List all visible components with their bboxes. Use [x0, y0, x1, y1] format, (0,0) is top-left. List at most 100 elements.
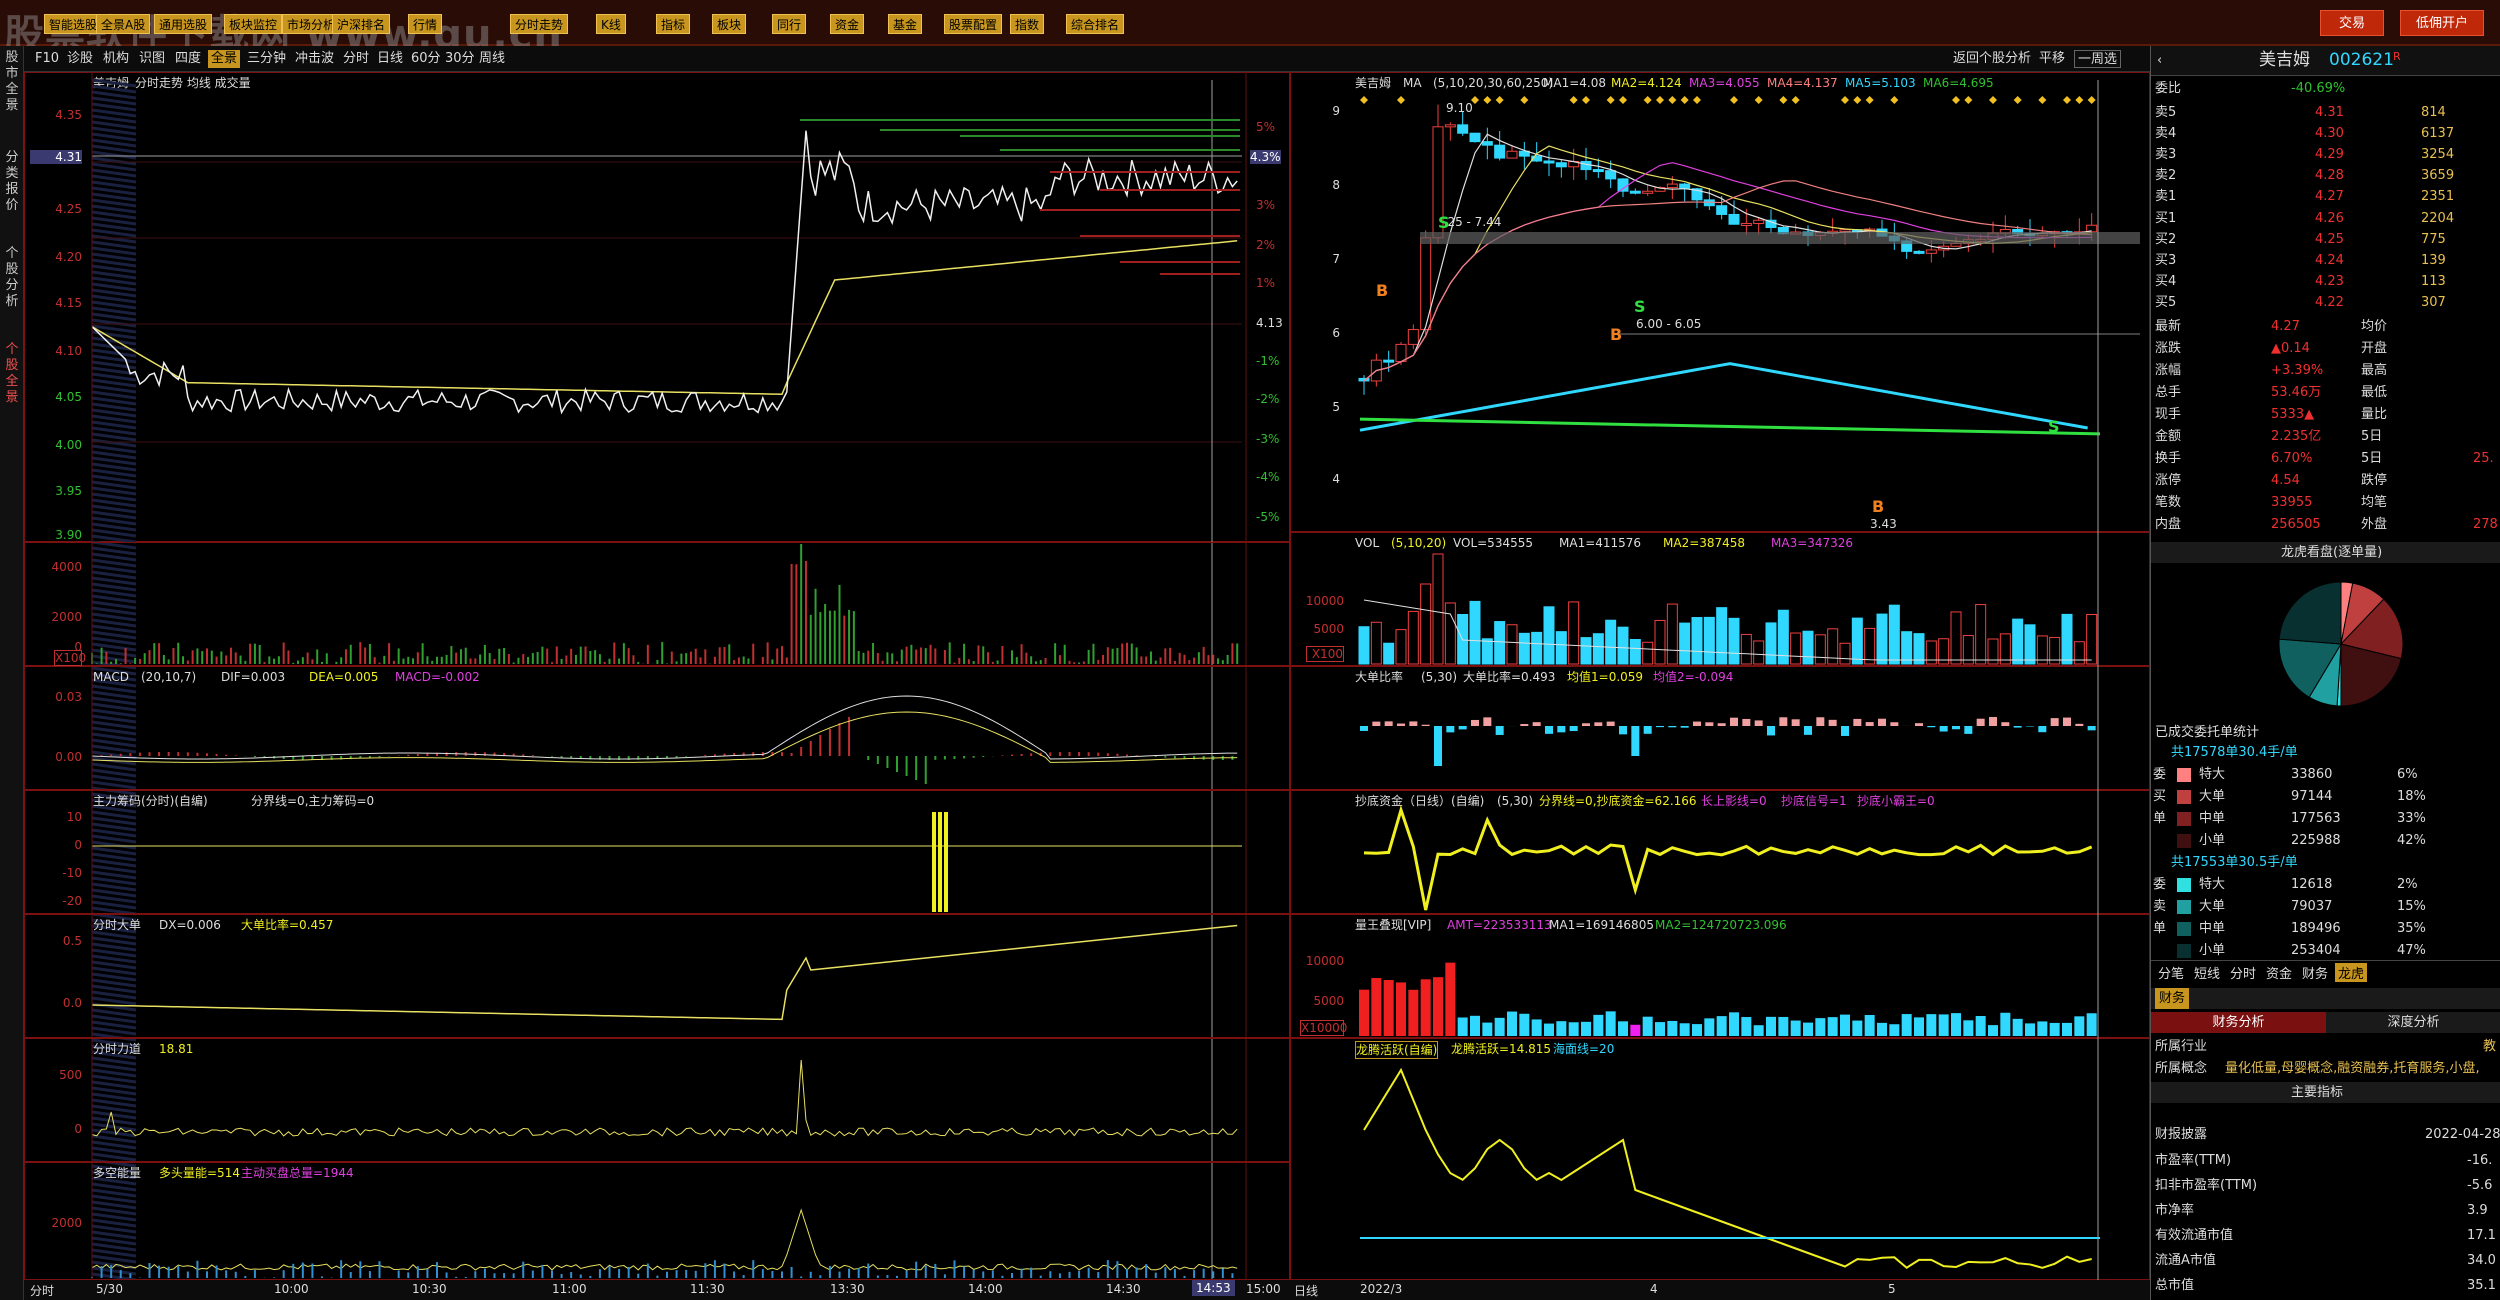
macd-title[interactable]: MACD [93, 669, 129, 685]
tab-shockwave[interactable]: 冲击波 [292, 50, 337, 68]
sell-order-row-cell: 特大 [2199, 877, 2226, 892]
tab-market-overview[interactable]: 股市全景 [2, 50, 22, 114]
open-account-button[interactable]: 低佣开户 [2400, 10, 2484, 36]
menu-item[interactable]: 指标 [656, 14, 691, 34]
energy-title[interactable]: 多空能量 [93, 1165, 141, 1181]
kline-axis-mode[interactable]: 日线 [1294, 1282, 1318, 1299]
buy-order-row: 中单 177563 33% [2151, 808, 2500, 829]
bf-title[interactable]: 抄底资金（日线）(自编) [1355, 793, 1484, 809]
bf-signal: 抄底信号=1 [1781, 794, 1847, 808]
metric-row-cell: 34.0 [2467, 1253, 2496, 1268]
main-chips-title[interactable]: 主力筹码(分时)(自编) [93, 793, 208, 809]
menu-item[interactable]: K线 [596, 14, 626, 34]
buy-order-row-cell: 42% [2397, 833, 2426, 848]
tab-f10[interactable]: F10 [32, 50, 62, 68]
stat-row-cell: 最低 [2361, 385, 2388, 400]
period-select[interactable]: 一周选 [2074, 50, 2122, 68]
vol-title[interactable]: VOL [1355, 535, 1379, 551]
tab-stock-analysis[interactable]: 个股分析 [2, 246, 22, 310]
tab-weekly[interactable]: 周线 [476, 50, 508, 68]
big-order-title[interactable]: 分时大单 [93, 917, 141, 933]
tab-three-minute[interactable]: 三分钟 [244, 50, 289, 68]
vk-title[interactable]: 量王叠现[VIP] [1355, 917, 1431, 933]
menu-item[interactable]: 板块监控 [224, 14, 283, 34]
buy-level-cell: 775 [2421, 232, 2446, 247]
menu-item[interactable]: 资金 [830, 14, 865, 34]
tab-category-quotes[interactable]: 分类报价 [2, 150, 22, 214]
buy-level-cell: 4.24 [2315, 253, 2344, 268]
back-arrow-icon[interactable]: ‹ [2157, 50, 2162, 71]
sell-order-row-cell: 中单 [2199, 921, 2226, 936]
menu-item[interactable]: 基金 [888, 14, 923, 34]
tab-60min[interactable]: 60分 [408, 50, 444, 68]
buy-order-row-cell: 小单 [2199, 833, 2226, 848]
quote-tab[interactable]: 龙虎 [2335, 963, 2368, 982]
quote-tab[interactable]: 短线 [2191, 963, 2223, 982]
menu-item[interactable]: 板块 [712, 14, 747, 34]
ma2-value: MA2=4.124 [1611, 76, 1682, 90]
chart-toolbar: F10 诊股 机构 识图 四度 全景 三分钟 冲击波 分时 日线 60分 30分… [24, 46, 1290, 72]
deep-analysis-button[interactable]: 深度分析 [2326, 1012, 2500, 1033]
menu-item[interactable]: 同行 [772, 14, 807, 34]
tab-four-degree[interactable]: 四度 [172, 50, 204, 68]
tab-finance[interactable]: 财务 [2155, 988, 2190, 1009]
force-title[interactable]: 分时力道 [93, 1041, 141, 1057]
legend-swatch [2177, 900, 2191, 914]
tab-panorama[interactable]: 全景 [208, 50, 241, 68]
quote-tab[interactable]: 分时 [2227, 963, 2259, 982]
metric-row-cell: 市净率 [2155, 1203, 2195, 1218]
kbig-params: (5,30) [1421, 670, 1458, 684]
tab-pattern[interactable]: 识图 [136, 50, 168, 68]
pct-tick: -5% [1256, 510, 1280, 524]
trade-button[interactable]: 交易 [2320, 10, 2384, 36]
bottom-fishing-panel: 抄底资金（日线）(自编) (5,30) 分界线=0,抄底资金=62.166 长上… [1290, 790, 2150, 914]
stat-row: 涨幅 +3.39% 最高 [2151, 360, 2500, 381]
stat-row-cell: 256505 [2271, 517, 2321, 532]
menu-item[interactable]: 行情 [408, 14, 443, 34]
buy-level-cell: 买5 [2155, 295, 2177, 310]
ma3-value: MA3=4.055 [1689, 76, 1760, 90]
quote-tab[interactable]: 分笔 [2155, 963, 2187, 982]
tab-stock-overview[interactable]: 个股全景 [2, 342, 22, 406]
tab-diagnose[interactable]: 诊股 [64, 50, 96, 68]
stat-row: 总手 53.46万 最低 [2151, 382, 2500, 403]
tab-30min[interactable]: 30分 [442, 50, 478, 68]
axis-mode-label[interactable]: 分时 [30, 1282, 54, 1299]
sell-level-cell: 3254 [2421, 147, 2455, 162]
menu-item[interactable]: 分时走势 [510, 14, 569, 34]
back-to-analysis-button[interactable]: 返回个股分析 [1950, 50, 2034, 68]
sell-level: 卖5 4.31 814 [2151, 102, 2500, 123]
menu-item[interactable]: 股票配置 [944, 14, 1003, 34]
quote-tab[interactable]: 财务 [2299, 963, 2331, 982]
sell-order-row: 特大 12618 2% [2151, 874, 2500, 895]
tab-daily[interactable]: 日线 [374, 50, 406, 68]
menu-item[interactable]: 指数 [1010, 14, 1045, 34]
menu-item[interactable]: 沪深排名 [332, 14, 391, 34]
intraday-price-panel: 美吉姆 分时走势 均线 成交量 [24, 72, 1290, 542]
sell-order-row: 中单 189496 35% [2151, 918, 2500, 939]
quote-panel: ‹ 美吉姆 002621 R 委比 -40.69% 卖5 4.31 814 卖4 4.3… [2150, 46, 2500, 1300]
menu-item[interactable]: 智能选股 [44, 14, 103, 34]
dragon-title[interactable]: 龙腾活跃(自编) [1355, 1041, 1439, 1059]
stat-row-cell: 4.54 [2271, 473, 2300, 488]
menu-item[interactable]: 通用选股 [154, 14, 213, 34]
tab-institution[interactable]: 机构 [100, 50, 132, 68]
sell-level-cell: 6137 [2421, 126, 2455, 141]
tab-intraday[interactable]: 分时 [340, 50, 372, 68]
stat-row-cell: ▲0.14 [2271, 341, 2310, 356]
intraday-subtitle[interactable]: 分时走势 均线 成交量 [135, 75, 251, 91]
menu-item[interactable]: 全景A股 [96, 14, 151, 34]
vol-tick: 2000 [51, 610, 82, 624]
kbig-title[interactable]: 大单比率 [1355, 669, 1403, 685]
stat-row: 最新 4.27 均价 [2151, 316, 2500, 337]
buy-order-row: 大单 97144 18% [2151, 786, 2500, 807]
pan-button[interactable]: 平移 [2036, 50, 2068, 68]
lhb-title: 龙虎看盘(逐单量) [2281, 545, 2383, 560]
buy-level-cell: 139 [2421, 253, 2446, 268]
menu-item[interactable]: 综合排名 [1066, 14, 1125, 34]
ma4-value: MA4=4.137 [1767, 76, 1838, 90]
finance-analysis-button[interactable]: 财务分析 [2151, 1012, 2326, 1033]
quote-tab[interactable]: 资金 [2263, 963, 2295, 982]
ma-selector[interactable]: MA [1403, 75, 1422, 91]
big-order-tick: 0.0 [62, 996, 82, 1010]
